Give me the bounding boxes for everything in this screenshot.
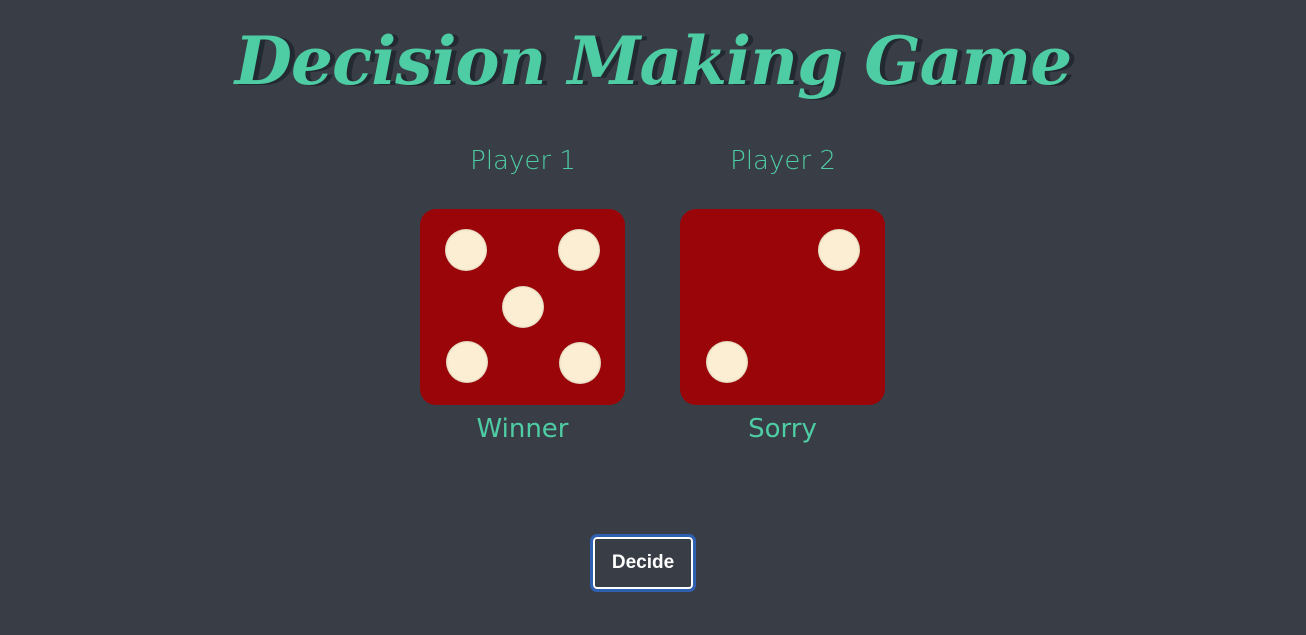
decide-button[interactable]: Decide	[590, 534, 696, 592]
player-2-die	[680, 209, 885, 405]
die-pip	[706, 341, 748, 383]
die-pip	[445, 229, 487, 271]
player-1-die	[420, 209, 625, 405]
die-pip	[446, 341, 488, 383]
player-1-panel: Player 1 Winner	[420, 145, 626, 444]
die-pip	[502, 286, 544, 328]
game-title: Decision Making Game	[234, 22, 1072, 100]
player-1-name: Player 1	[470, 146, 576, 176]
player-1-result: Winner	[476, 414, 569, 444]
die-pip	[818, 229, 860, 271]
player-2-name: Player 2	[730, 146, 836, 176]
die-pip	[559, 342, 601, 384]
die-pip	[558, 229, 600, 271]
player-2-result: Sorry	[748, 414, 817, 444]
player-2-panel: Player 2 Sorry	[680, 145, 886, 444]
